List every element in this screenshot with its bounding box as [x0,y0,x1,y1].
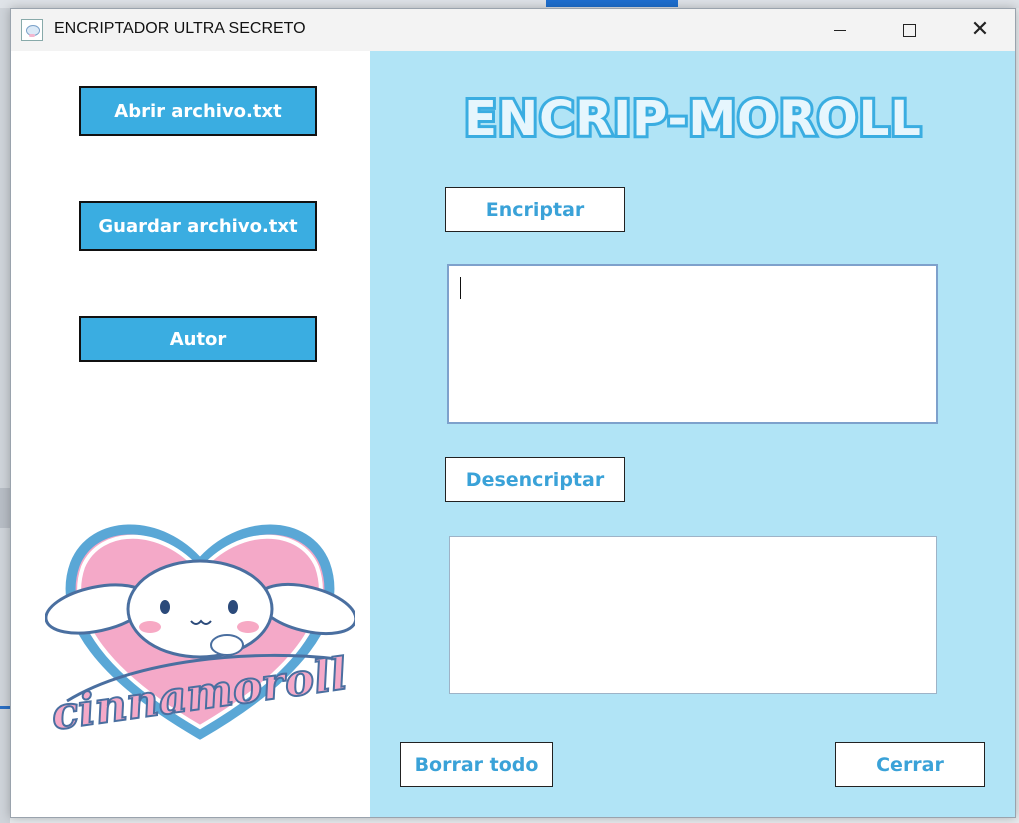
background-window-edge [0,8,10,823]
right-panel: ENCRIP-MOROLL Encriptar Desencriptar Bor… [370,51,1015,817]
title-bar[interactable]: ENCRIPTADOR ULTRA SECRETO ✕ [11,9,1015,51]
background-window-line [0,706,10,709]
decrypt-label: Desencriptar [465,468,605,491]
cinnamoroll-logo: cinnamoroll [45,524,355,742]
minimize-icon [834,29,846,31]
close-app-button[interactable]: Cerrar [835,742,985,787]
app-icon [21,19,43,41]
decrypt-output[interactable] [449,536,937,694]
encrypt-button[interactable]: Encriptar [445,187,625,232]
clear-all-button[interactable]: Borrar todo [400,742,553,787]
decrypt-button[interactable]: Desencriptar [445,457,625,502]
encrypt-input[interactable] [447,264,938,424]
close-icon: ✕ [970,17,990,42]
taskbar-accent [546,0,678,7]
app-window: ENCRIPTADOR ULTRA SECRETO ✕ Abrir archiv… [10,8,1016,818]
author-button[interactable]: Autor [79,316,317,362]
window-title: ENCRIPTADOR ULTRA SECRETO [54,20,306,37]
close-window-button[interactable]: ✕ [945,9,1015,51]
background-window-band [0,488,10,528]
maximize-icon [902,23,916,37]
open-file-button[interactable]: Abrir archivo.txt [79,86,317,136]
save-file-button[interactable]: Guardar archivo.txt [79,201,317,251]
maximize-button[interactable] [874,9,944,51]
desktop-background-strip [0,0,1019,8]
save-file-label: Guardar archivo.txt [98,215,298,237]
close-app-label: Cerrar [876,753,944,776]
encrip-moroll-logo: ENCRIP-MOROLL [461,89,924,149]
minimize-button[interactable] [805,9,875,51]
clear-all-label: Borrar todo [414,753,539,776]
open-file-label: Abrir archivo.txt [114,100,282,122]
logo-text: ENCRIP-MOROLL [464,91,922,147]
left-panel: Abrir archivo.txt Guardar archivo.txt Au… [11,51,370,817]
author-label: Autor [169,328,227,350]
text-caret [460,277,461,299]
encrypt-label: Encriptar [485,198,585,221]
